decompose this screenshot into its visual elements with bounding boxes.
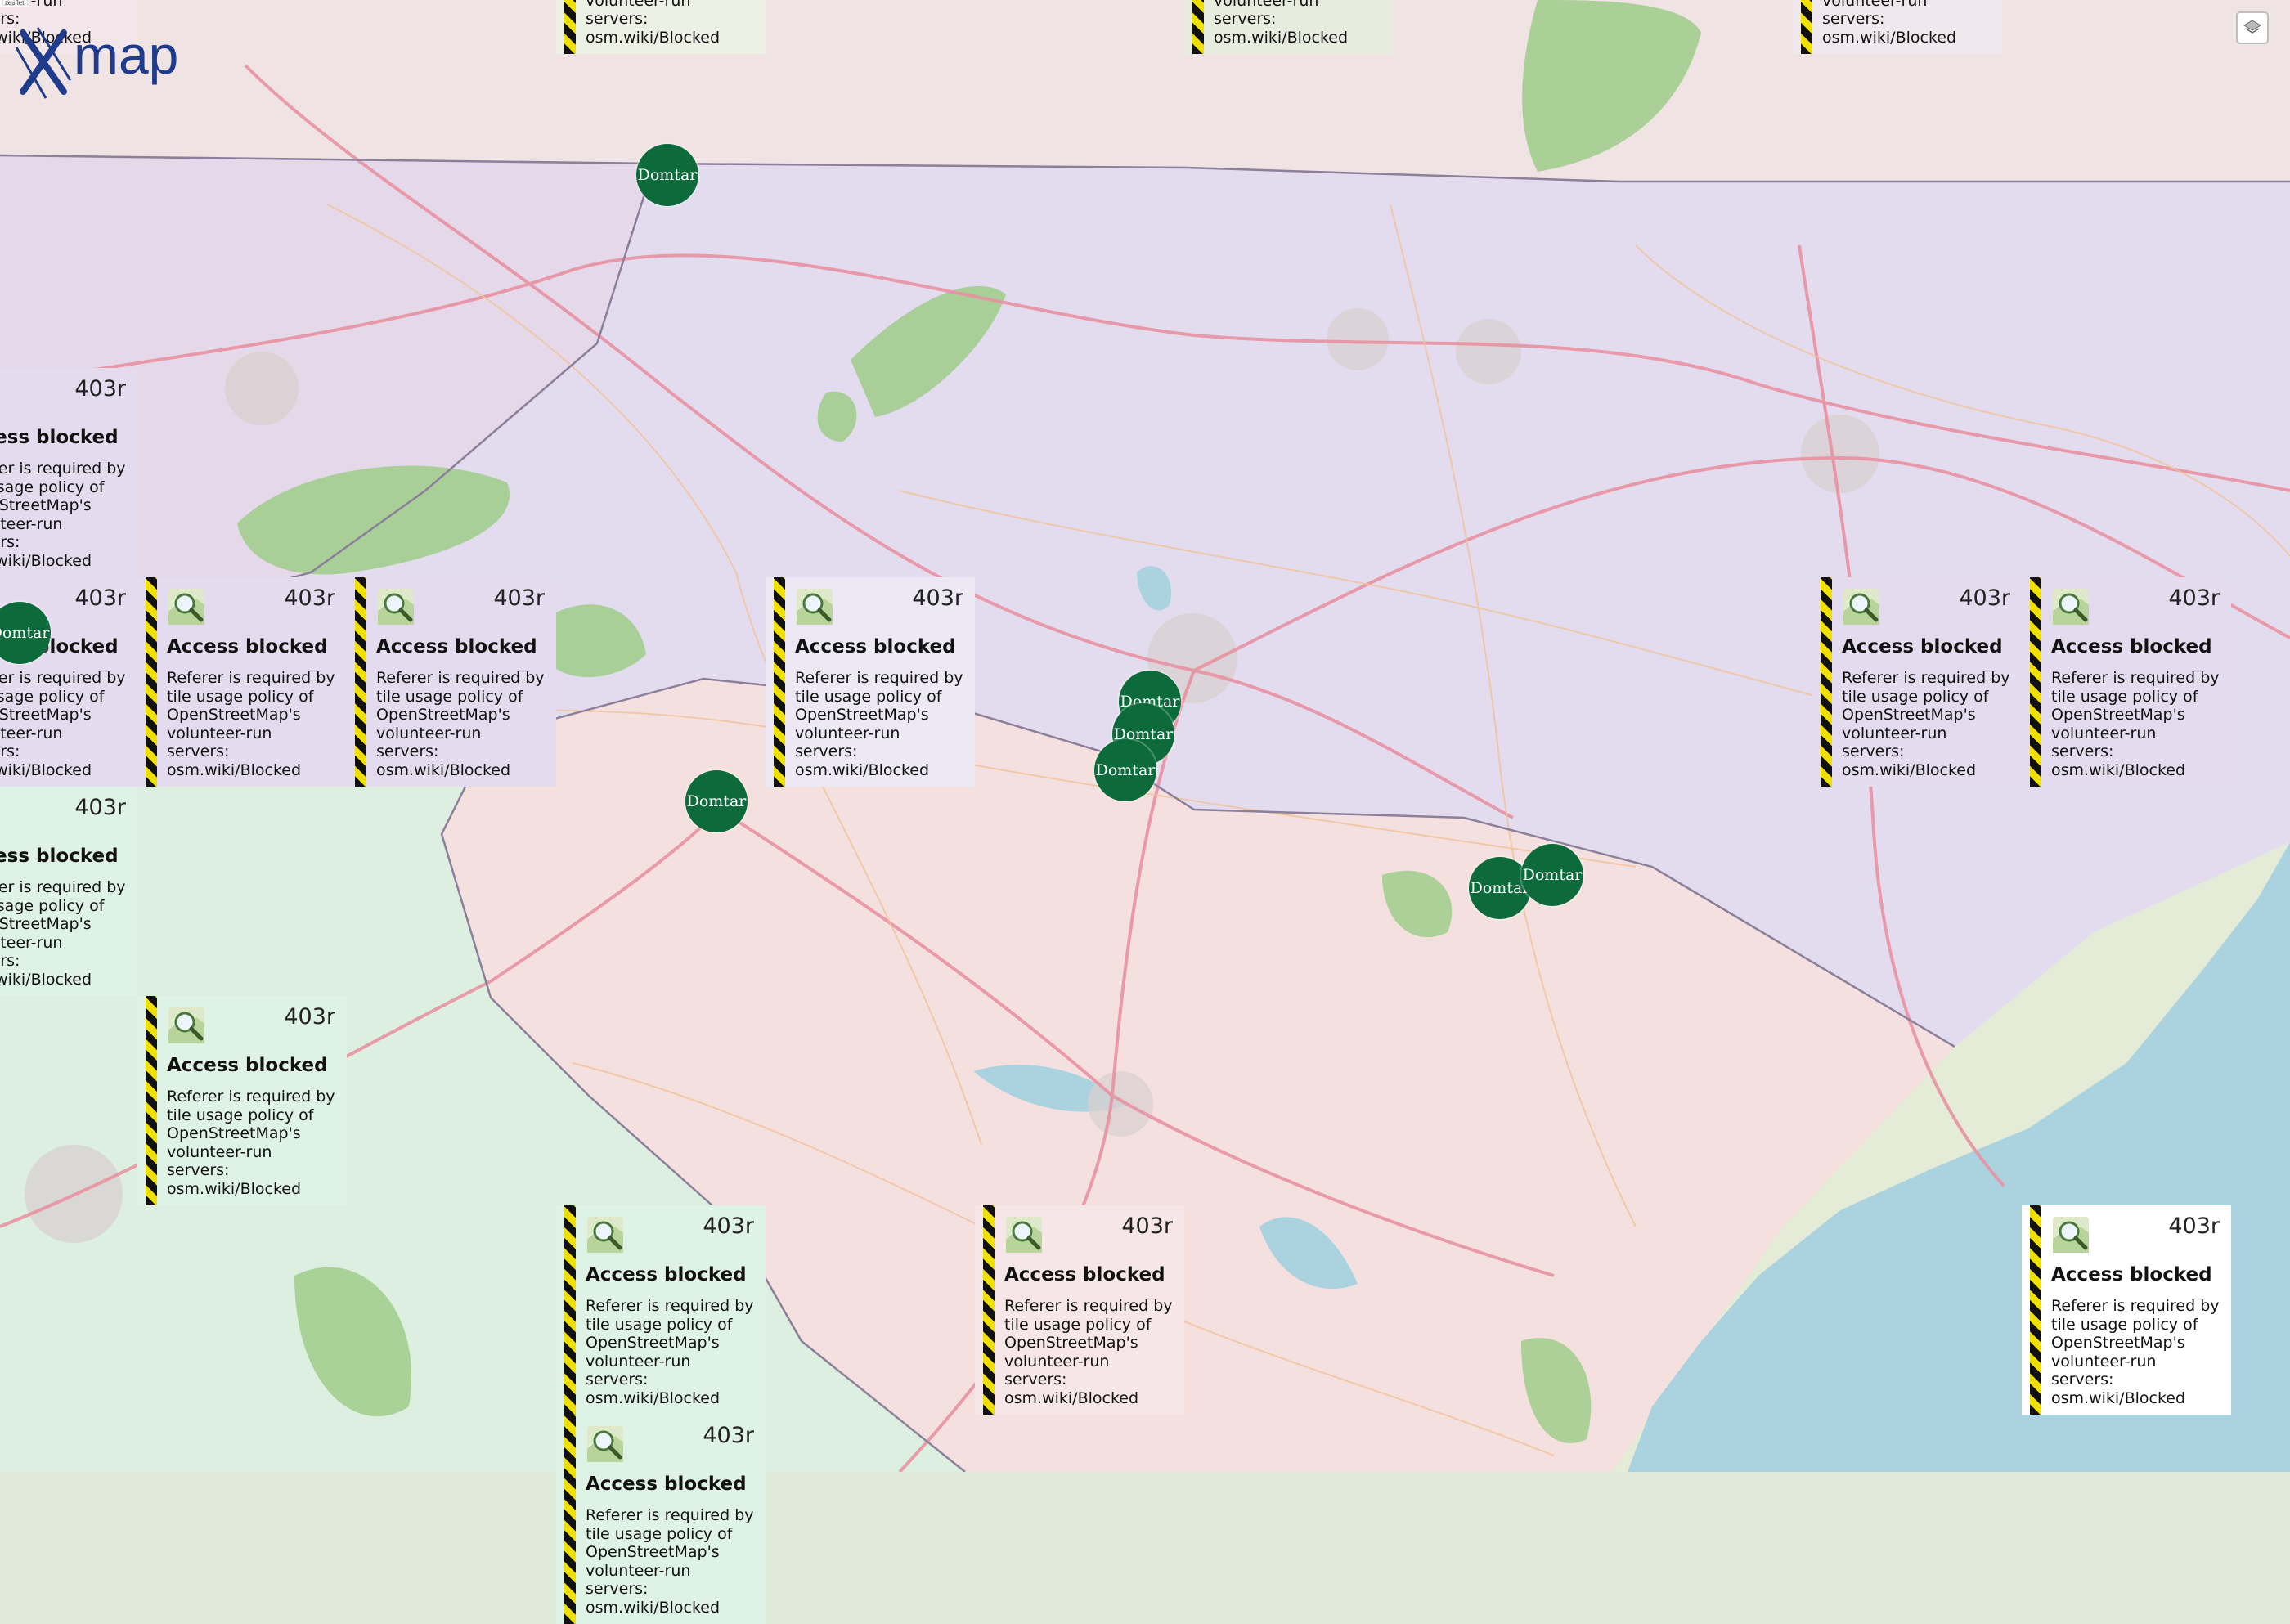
layers-icon [2243,20,2261,34]
error-code: 403r [2168,585,2220,611]
magnifier-map-icon [587,1426,623,1462]
map-canvas[interactable]: 403r Access blocked Referer is required by… [0,0,2290,1624]
magnifier-map-icon [1006,1217,1042,1253]
warning-stripe [146,577,157,787]
error-message: Referer is required by tile usage policy… [586,0,721,47]
error-code: 403r [1121,1214,1173,1239]
error-title: Access blocked [2051,1264,2212,1285]
magnifier-map-icon [378,589,414,625]
error-message: Referer is required by tile usage policy… [1004,1297,1173,1407]
magnifier-map-icon [168,1007,204,1043]
error-message: Referer is required by tile usage policy… [2051,1297,2220,1407]
magnifier-map-icon [168,589,204,625]
error-title: Access blocked [167,636,328,657]
error-message: Referer is required by tile usage policy… [2051,669,2220,779]
error-title: Access blocked [167,1055,328,1076]
error-title: Access blocked [1004,1264,1165,1285]
magnifier-map-icon [797,589,833,625]
blocked-tile: 403rAccess blockedReferer is required by… [556,0,766,54]
error-message: Referer is required by tile usage policy… [167,669,335,779]
error-title: Access blocked [795,636,956,657]
blocked-tile: 403r Access blocked Referer is required by… [2022,577,2231,787]
blocked-tile: 403r Access blocked Referer is required by… [347,577,556,787]
warning-stripe [2030,1205,2041,1415]
error-message: Referer is required by tile usage policy… [0,669,126,779]
error-code: 403r [2168,1214,2220,1239]
domtar-location-marker[interactable]: Domtar [1521,844,1583,906]
magnifier-map-icon [587,1217,623,1253]
blocked-tile: 403rAccess blockedReferer is required by… [1184,0,1394,54]
error-title: Access blocked [2051,636,2212,657]
error-message: Referer is required by tile usage policy… [0,460,126,570]
blocked-tile: 403rAccess blockedReferer is required by… [1793,0,2002,54]
error-message: Referer is required by tile usage policy… [376,669,545,779]
error-code: 403r [493,585,545,611]
warning-stripe [983,1205,995,1415]
error-code: 403r [1959,585,2010,611]
blocked-tile: 403r Access blocked Referer is required by… [137,996,347,1205]
magnifier-map-icon [1843,589,1879,625]
error-code: 403r [912,585,963,611]
blocked-tile: 403r Access blocked Referer is required by… [1812,577,2022,787]
xmap-logo: map [15,25,178,99]
error-title: Access blocked [586,1264,747,1285]
error-code: 403r [74,585,126,611]
error-message: Referer is required by tile usage policy… [1822,0,1957,47]
warning-stripe [1821,577,1832,787]
magnifier-map-icon [2053,1217,2089,1253]
error-message: Referer is required by tile usage policy… [795,669,963,779]
domtar-location-marker[interactable]: Domtar [1094,739,1156,801]
warning-stripe [1192,0,1204,54]
error-title: Access blocked [376,636,537,657]
blocked-tile: 403r Access blocked Referer is required by… [556,1205,766,1415]
warning-stripe [564,0,576,54]
blocked-tile: 403r Access blocked Referer is required by… [137,577,347,787]
logo-text: map [74,25,178,85]
map-attribution[interactable]: Leaflet [0,0,29,7]
warning-stripe [564,1205,576,1415]
layers-button[interactable] [2236,11,2269,44]
warning-stripe [564,1415,576,1624]
blocked-tile: 403r Access blocked Referer is required by… [975,1205,1184,1415]
error-message: Referer is required by tile usage policy… [1214,0,1349,47]
error-title: Access blocked [586,1474,747,1495]
warning-stripe [2030,577,2041,787]
error-title: Access blocked [1842,636,2003,657]
blocked-tile: 403r Access blocked Referer is required by… [766,577,975,787]
error-code: 403r [703,1423,754,1448]
error-code: 403r [284,1004,335,1030]
error-title: Access blocked [0,427,119,448]
error-code: 403r [74,795,126,820]
error-title: Access blocked [0,846,119,867]
error-message: Referer is required by tile usage policy… [1842,669,2010,779]
error-code: 403r [284,585,335,611]
warning-stripe [355,577,366,787]
warning-stripe [774,577,785,787]
warning-stripe [1801,0,1812,54]
error-message: Referer is required by tile usage policy… [0,878,126,989]
blocked-tile: 403r Access blocked Referer is required by… [556,1415,766,1624]
error-message: Referer is required by tile usage policy… [586,1297,754,1407]
magnifier-map-icon [2053,589,2089,625]
blocked-tile: 403r Access blocked Referer is required by… [0,368,137,577]
error-message: Referer is required by tile usage policy… [167,1088,335,1198]
blocked-tile: 403r Access blocked Referer is required by… [2022,1205,2231,1415]
error-code: 403r [74,376,126,402]
domtar-location-marker[interactable]: Domtar [685,770,748,832]
warning-stripe [146,996,157,1205]
error-code: 403r [703,1214,754,1239]
domtar-location-marker[interactable]: Domtar [636,144,698,206]
error-message: Referer is required by tile usage policy… [586,1506,754,1617]
blocked-tile: 403r Access blocked Referer is required by… [0,787,137,996]
